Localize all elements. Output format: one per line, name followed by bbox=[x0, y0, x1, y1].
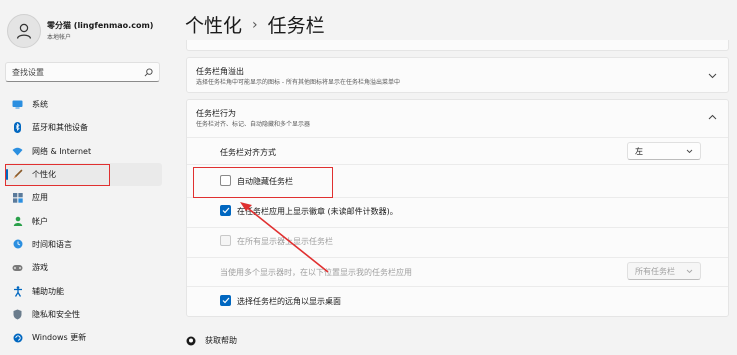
section-subtitle: 任务栏对齐、标记、自动隐藏和多个显示器 bbox=[196, 121, 311, 128]
alignment-label: 任务栏对齐方式 bbox=[220, 148, 276, 157]
sidebar-item-label: 个性化 bbox=[32, 170, 56, 180]
breadcrumb: 个性化 › 任务栏 bbox=[185, 11, 325, 38]
section-title: 任务栏行为 bbox=[196, 109, 236, 118]
far-corner-label: 选择任务栏的远角以显示桌面 bbox=[237, 297, 341, 306]
sidebar-item-label: 隐私和安全性 bbox=[32, 309, 80, 319]
chevron-up-icon[interactable] bbox=[707, 112, 717, 122]
sidebar-item-label: Windows 更新 bbox=[32, 333, 87, 343]
sidebar-item-label: 时间和语言 bbox=[32, 239, 72, 249]
chevron-down-icon[interactable] bbox=[707, 71, 717, 81]
divider bbox=[187, 227, 728, 228]
breadcrumb-separator: › bbox=[252, 16, 258, 33]
sidebar-item-label: 蓝牙和其他设备 bbox=[32, 123, 88, 133]
sidebar-item-gaming[interactable]: 游戏 bbox=[5, 256, 162, 279]
all-displays-checkbox[interactable] bbox=[220, 235, 231, 246]
search-box[interactable] bbox=[5, 62, 160, 82]
alignment-value: 左 bbox=[635, 146, 643, 156]
sidebar-item-time-language[interactable]: 时间和语言 bbox=[5, 233, 162, 256]
sidebar-item-accessibility[interactable]: 辅助功能 bbox=[5, 279, 162, 302]
avatar[interactable] bbox=[7, 14, 41, 48]
divider bbox=[187, 164, 728, 165]
section-subtitle: 选择任务栏角中可能显示的图标 - 所有其他图标将显示在任务栏角溢出菜单中 bbox=[196, 79, 400, 86]
sidebar-item-apps[interactable]: 应用 bbox=[5, 186, 162, 209]
sidebar-item-system[interactable]: 系统 bbox=[5, 93, 162, 116]
get-help-label: 获取帮助 bbox=[205, 336, 237, 345]
user-name: 零分猫 (lingfenmao.com) bbox=[47, 21, 154, 30]
sidebar-item-label: 应用 bbox=[32, 193, 48, 203]
divider bbox=[187, 197, 728, 198]
page-title: 任务栏 bbox=[267, 15, 325, 37]
sidebar-item-network[interactable]: 网络 & Internet bbox=[5, 140, 162, 163]
sidebar-item-label: 系统 bbox=[32, 100, 48, 110]
sidebar-item-label: 辅助功能 bbox=[32, 286, 64, 296]
badges-checkbox[interactable] bbox=[220, 205, 231, 216]
auto-hide-label: 自动隐藏任务栏 bbox=[237, 177, 293, 186]
brush-icon bbox=[12, 169, 23, 180]
sidebar-item-personalization[interactable]: 个性化 bbox=[5, 162, 162, 187]
previous-section-card bbox=[186, 40, 729, 51]
breadcrumb-parent[interactable]: 个性化 bbox=[185, 11, 242, 38]
account-type: 本地帐户 bbox=[47, 34, 72, 41]
apps-icon bbox=[12, 192, 23, 203]
section-title: 任务栏角溢出 bbox=[196, 67, 244, 76]
badges-label: 在任务栏应用上显示徽章 (未读邮件计数器)。 bbox=[237, 207, 398, 216]
checkmark-icon bbox=[222, 297, 229, 304]
search-icon[interactable] bbox=[144, 67, 153, 77]
shield-icon bbox=[12, 309, 23, 320]
get-help-link[interactable]: 获取帮助 bbox=[186, 335, 237, 346]
wifi-icon bbox=[12, 146, 23, 157]
globe-clock-icon bbox=[12, 239, 23, 250]
divider bbox=[187, 286, 728, 287]
sidebar-nav: 系统 蓝牙和其他设备 网络 & Internet 个性化 应用 帐户 时间和语言… bbox=[5, 93, 162, 349]
alignment-dropdown[interactable]: 左 bbox=[627, 142, 701, 160]
sidebar-item-label: 帐户 bbox=[32, 216, 48, 226]
help-icon bbox=[186, 336, 196, 346]
sidebar: 零分猫 (lingfenmao.com) 本地帐户 系统 蓝牙和其他设备 网络 … bbox=[0, 0, 170, 355]
multi-display-value: 所有任务栏 bbox=[635, 266, 675, 276]
sidebar-item-privacy[interactable]: 隐私和安全性 bbox=[5, 303, 162, 326]
multi-display-label: 当使用多个显示器时，在以下位置显示我的任务栏应用 bbox=[220, 268, 412, 277]
chevron-down-icon bbox=[686, 269, 693, 273]
divider bbox=[187, 257, 728, 258]
accessibility-icon bbox=[12, 285, 23, 297]
bluetooth-icon bbox=[12, 122, 23, 134]
divider bbox=[187, 137, 728, 138]
chevron-down-icon bbox=[686, 149, 693, 153]
sidebar-item-windows-update[interactable]: Windows 更新 bbox=[5, 326, 162, 349]
checkmark-icon bbox=[222, 207, 229, 214]
account-icon bbox=[12, 216, 23, 227]
monitor-icon bbox=[12, 99, 23, 110]
sidebar-item-accounts[interactable]: 帐户 bbox=[5, 209, 162, 232]
sidebar-item-label: 网络 & Internet bbox=[32, 146, 92, 156]
gamepad-icon bbox=[12, 262, 23, 273]
taskbar-behaviors-card: 任务栏行为 任务栏对齐、标记、自动隐藏和多个显示器 任务栏对齐方式 左 自动隐藏… bbox=[186, 99, 729, 317]
far-corner-checkbox[interactable] bbox=[220, 295, 231, 306]
update-icon bbox=[12, 332, 23, 343]
user-icon bbox=[16, 23, 32, 39]
sidebar-item-bluetooth[interactable]: 蓝牙和其他设备 bbox=[5, 116, 162, 139]
taskbar-corner-overflow-card[interactable]: 任务栏角溢出 选择任务栏角中可能显示的图标 - 所有其他图标将显示在任务栏角溢出… bbox=[186, 57, 729, 93]
all-displays-label: 在所有显示器上显示任务栏 bbox=[237, 237, 333, 246]
multi-display-dropdown[interactable]: 所有任务栏 bbox=[627, 262, 701, 280]
auto-hide-checkbox[interactable] bbox=[220, 175, 231, 186]
search-input[interactable] bbox=[12, 67, 137, 77]
sidebar-item-label: 游戏 bbox=[32, 263, 48, 273]
